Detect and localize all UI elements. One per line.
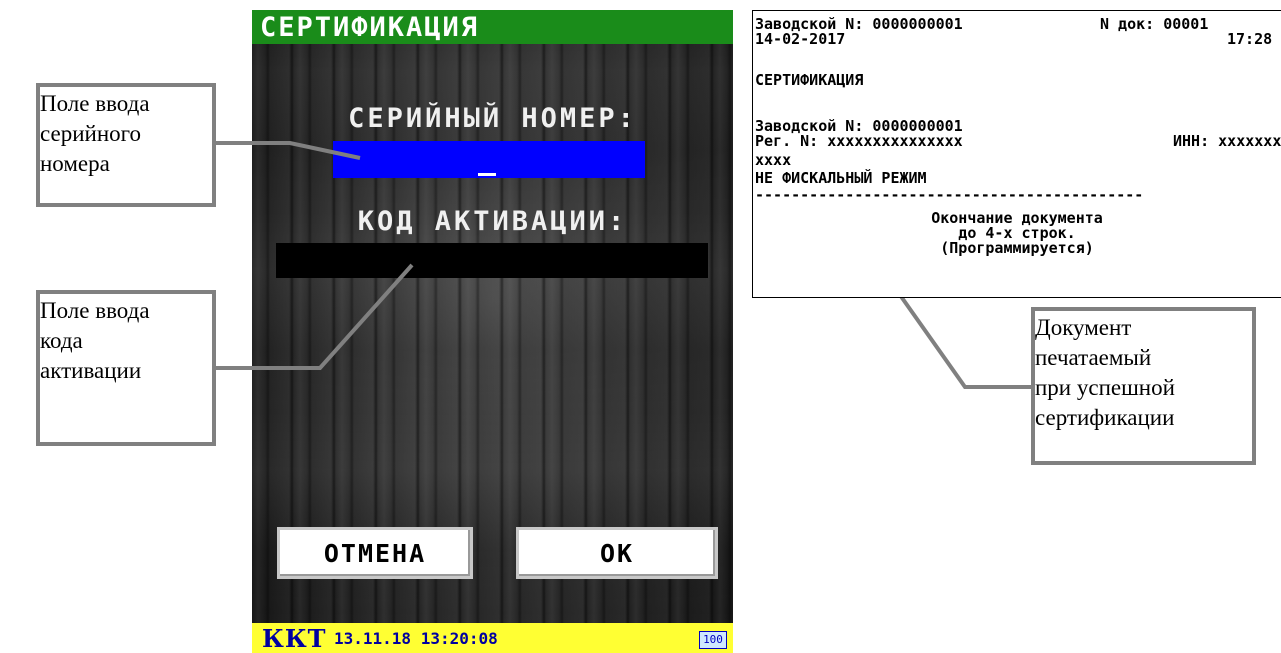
activation-connector-line xyxy=(212,263,414,370)
callout-line: активации xyxy=(40,358,142,383)
receipt-mode: НЕ ФИСКАЛЬНЫЙ РЕЖИМ xyxy=(755,169,927,187)
receipt-inn-continuation: xxxx xyxy=(755,151,792,169)
callout-line: Документ xyxy=(1035,315,1132,340)
receipt-footer-line: (Программируется) xyxy=(940,239,1094,257)
receipt-document-number: N док: 00001 xyxy=(1100,15,1209,33)
receipt-title: СЕРТИФИКАЦИЯ xyxy=(755,71,864,89)
serial-connector-line xyxy=(212,141,361,160)
document-callout: Документ печатаемый при успешной сертифи… xyxy=(1031,307,1256,465)
callout-line: номера xyxy=(40,151,110,176)
callout-line: при успешной xyxy=(1035,375,1175,400)
callout-line: кода xyxy=(40,328,83,353)
receipt-separator: ----------------------------------------… xyxy=(755,186,1144,204)
receipt-time: 17:28 xyxy=(1227,30,1273,48)
callout-line: Поле ввода xyxy=(40,298,150,323)
callout-line: печатаемый xyxy=(1035,345,1152,370)
callout-line: серийного xyxy=(40,121,141,146)
receipt-date: 14-02-2017 xyxy=(755,30,846,48)
receipt-registration-number: Рег. N: xxxxxxxxxxxxxxx xyxy=(755,132,963,150)
serial-field-callout: Поле ввода серийного номера xyxy=(36,83,216,207)
callout-line: сертификации xyxy=(1035,405,1175,430)
receipt-inn: ИНН: xxxxxxxx xyxy=(1173,132,1281,150)
activation-field-callout: Поле ввода кода активации xyxy=(36,290,216,446)
printed-receipt: Заводской N: 0000000001 N док: 00001 14-… xyxy=(752,10,1281,298)
callout-line: Поле ввода xyxy=(40,91,150,116)
